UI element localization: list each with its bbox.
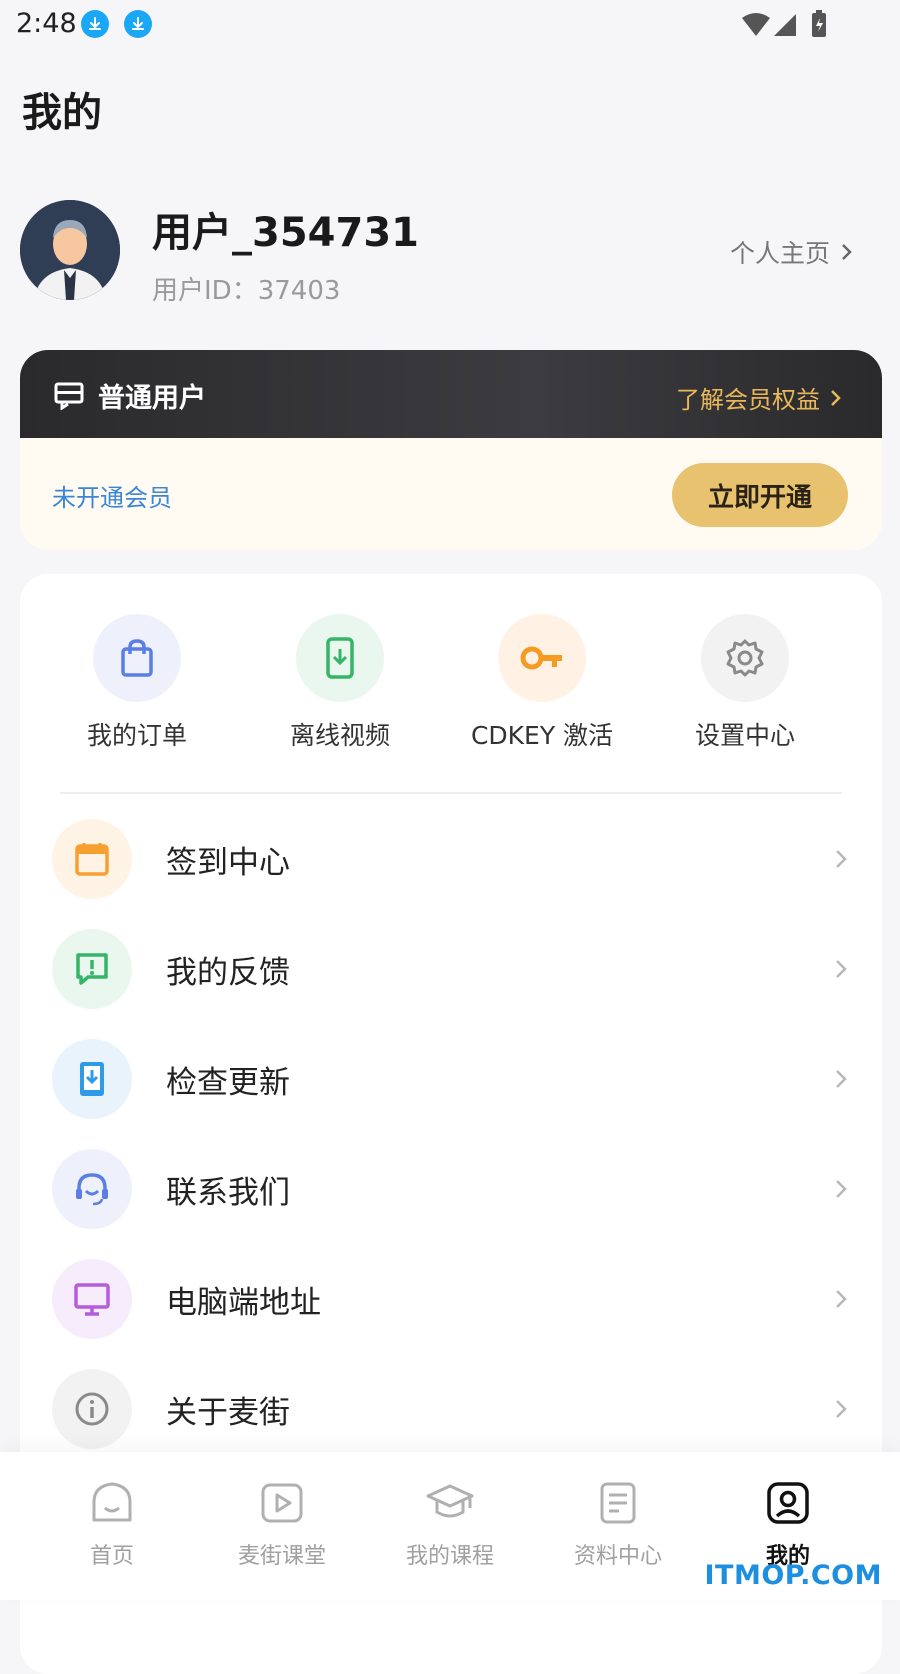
membership-type-label: 普通用户 (98, 383, 206, 414)
chevron-right-icon (836, 960, 847, 978)
quick-action-offline-video[interactable]: 离线视频 (240, 614, 440, 752)
headset-icon (52, 1149, 132, 1229)
nav-label: 资料中心 (573, 1544, 662, 1569)
feedback-icon (52, 929, 132, 1009)
user-id: 用户ID：37403 (152, 276, 341, 306)
quick-action-cdkey[interactable]: CDKEY 激活 (442, 614, 642, 752)
username: 用户_354731 (152, 210, 419, 256)
quick-action-settings[interactable]: 设置中心 (645, 614, 845, 752)
chevron-right-icon (836, 1400, 847, 1418)
nav-resources[interactable]: 资料中心 (548, 1480, 688, 1570)
menu-item-label: 联系我们 (166, 1174, 290, 1211)
chevron-right-icon (831, 389, 841, 406)
membership-card: 普通用户 了解会员权益 未开通会员 立即开通 (20, 350, 882, 550)
quick-action-label: CDKEY 激活 (470, 721, 614, 750)
vip-card-icon (54, 382, 84, 410)
menu-item-about[interactable]: 关于麦街 (52, 1364, 852, 1454)
quick-action-label: 我的订单 (86, 721, 187, 750)
quick-action-label: 离线视频 (289, 721, 390, 750)
membership-status: 未开通会员 (52, 484, 172, 512)
menu-item-contact[interactable]: 联系我们 (52, 1144, 852, 1234)
membership-benefits-link[interactable]: 了解会员权益 (676, 380, 842, 415)
profile-home-label: 个人主页 (730, 239, 831, 268)
activate-membership-button[interactable]: 立即开通 (672, 463, 848, 527)
phone-download-icon (296, 614, 384, 702)
quick-action-label: 设置中心 (694, 721, 795, 750)
menu-item-label: 我的反馈 (166, 954, 290, 991)
chevron-right-icon (836, 1290, 847, 1308)
calendar-icon (52, 819, 132, 899)
status-bar: 2:48 (0, 0, 900, 48)
monitor-icon (52, 1259, 132, 1339)
menu-item-label: 电脑端地址 (166, 1284, 321, 1321)
menu-item-check-update[interactable]: 检查更新 (52, 1034, 852, 1124)
nav-my-courses[interactable]: 我的课程 (380, 1480, 520, 1570)
page-title: 我的 (22, 90, 102, 136)
nav-classroom[interactable]: 麦街课堂 (212, 1480, 352, 1570)
quick-action-orders[interactable]: 我的订单 (37, 614, 237, 752)
menu-item-pc-address[interactable]: 电脑端地址 (52, 1254, 852, 1344)
nav-label: 首页 (89, 1544, 134, 1569)
chevron-right-icon (842, 244, 852, 260)
nav-label: 我的课程 (405, 1544, 494, 1569)
download-notification-icon (124, 10, 152, 38)
update-icon (52, 1039, 132, 1119)
user-icon (767, 1482, 809, 1524)
menu-item-check-in[interactable]: 签到中心 (52, 814, 852, 904)
chevron-right-icon (836, 1070, 847, 1088)
status-time: 2:48 (16, 8, 77, 39)
video-play-icon (261, 1483, 303, 1523)
profile-home-link[interactable]: 个人主页 (730, 234, 854, 270)
info-icon (52, 1369, 132, 1449)
membership-type: 普通用户 (54, 376, 206, 415)
watermark: ITMOP.COM (704, 1560, 882, 1591)
download-notification-icon (81, 10, 109, 38)
membership-benefits-label: 了解会员权益 (676, 386, 820, 414)
graduation-cap-icon (426, 1484, 474, 1518)
signal-battery-icon (742, 10, 826, 37)
gear-icon (701, 614, 789, 702)
shopping-bag-icon (93, 614, 181, 702)
menu-item-label: 关于麦街 (166, 1394, 290, 1431)
home-icon (92, 1482, 132, 1522)
nav-me[interactable]: 我的 (718, 1480, 858, 1570)
nav-label: 麦街课堂 (237, 1544, 326, 1569)
menu-item-label: 签到中心 (166, 844, 290, 881)
key-icon (498, 614, 586, 702)
divider (60, 792, 842, 794)
document-icon (600, 1482, 636, 1524)
menu-item-label: 检查更新 (166, 1064, 290, 1101)
chevron-right-icon (836, 1180, 847, 1198)
avatar[interactable] (20, 200, 120, 300)
nav-home[interactable]: 首页 (42, 1480, 182, 1570)
chevron-right-icon (836, 850, 847, 868)
menu-item-feedback[interactable]: 我的反馈 (52, 924, 852, 1014)
